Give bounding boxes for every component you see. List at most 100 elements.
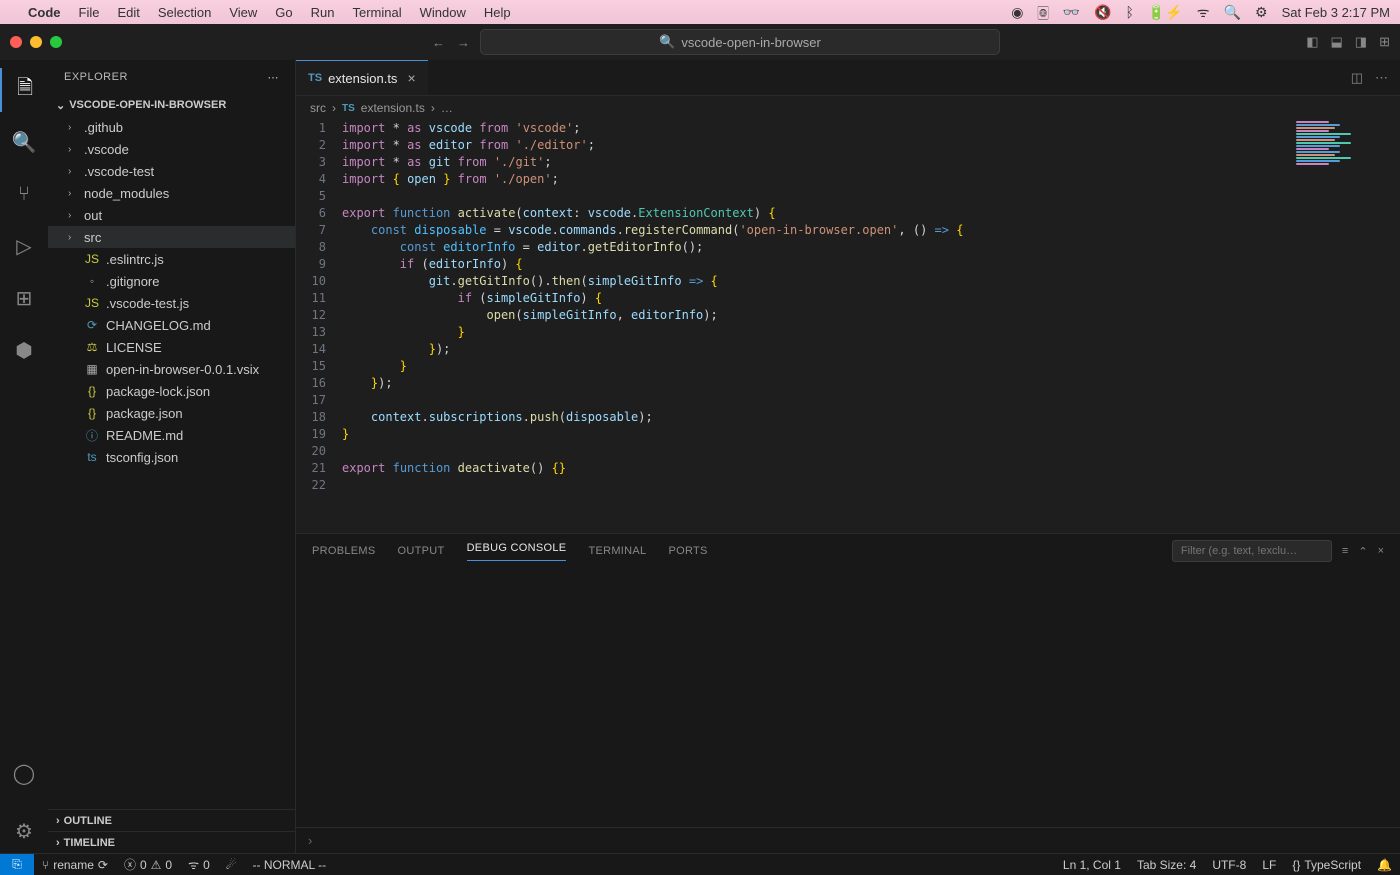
file-tree-label: .vscode: [84, 142, 129, 157]
breadcrumb-src[interactable]: src: [310, 101, 326, 115]
panel-tab-problems[interactable]: PROBLEMS: [312, 545, 376, 557]
braces-icon: {}: [1292, 858, 1300, 872]
file-tree-item[interactable]: JS.eslintrc.js: [48, 248, 295, 270]
menu-go[interactable]: Go: [275, 5, 292, 20]
settings-gear-icon[interactable]: ⚙: [0, 809, 48, 853]
wifi-icon[interactable]: ᯤ: [1197, 3, 1210, 22]
datetime[interactable]: Sat Feb 3 2:17 PM: [1282, 5, 1390, 20]
file-tree-item[interactable]: {}package-lock.json: [48, 380, 295, 402]
txt-file-icon: ▦: [84, 362, 100, 376]
menu-file[interactable]: File: [79, 5, 100, 20]
run-debug-view-icon[interactable]: ▷: [0, 224, 48, 268]
outline-label: OUTLINE: [64, 815, 112, 827]
live-share-status[interactable]: ☄: [218, 858, 245, 872]
glasses-icon[interactable]: 👓: [1063, 4, 1080, 21]
file-tree-item[interactable]: tstsconfig.json: [48, 446, 295, 468]
record-icon[interactable]: ◉: [1011, 4, 1023, 21]
file-tree-item[interactable]: ›out: [48, 204, 295, 226]
file-tree-label: out: [84, 208, 102, 223]
menu-run[interactable]: Run: [311, 5, 335, 20]
battery-icon[interactable]: 🔋⚡: [1148, 4, 1183, 21]
app-name[interactable]: Code: [28, 5, 61, 20]
broadcast-icon: ☄: [226, 858, 237, 872]
file-tree-item[interactable]: JS.vscode-test.js: [48, 292, 295, 314]
code-editor[interactable]: 12345678910111213141516171819202122 impo…: [296, 120, 1400, 533]
file-tree-item[interactable]: ◦.gitignore: [48, 270, 295, 292]
source-control-view-icon[interactable]: ⑂: [0, 172, 48, 216]
panel-tab-ports[interactable]: PORTS: [668, 545, 707, 557]
menu-selection[interactable]: Selection: [158, 5, 211, 20]
file-tree-item[interactable]: ▦open-in-browser-0.0.1.vsix: [48, 358, 295, 380]
spotlight-icon[interactable]: 🔍: [1224, 4, 1241, 21]
panel-tab-debug-console[interactable]: DEBUG CONSOLE: [467, 542, 567, 561]
tab-more-icon[interactable]: ⋯: [1375, 70, 1388, 86]
chevron-right-icon: ›: [332, 101, 336, 115]
problems-status[interactable]: ⓧ0 ⚠0: [116, 856, 180, 873]
split-editor-icon[interactable]: ◫: [1351, 70, 1363, 86]
ports-status[interactable]: ᯤ0: [180, 856, 218, 873]
panel-clear-icon[interactable]: ≡: [1342, 545, 1348, 557]
language-mode-status[interactable]: {} TypeScript: [1284, 858, 1369, 872]
panel-tab-output[interactable]: OUTPUT: [398, 545, 445, 557]
panel-tab-terminal[interactable]: TERMINAL: [588, 545, 646, 557]
breadcrumb-ellipsis[interactable]: …: [441, 101, 453, 115]
control-center-icon[interactable]: ⚙: [1255, 4, 1268, 21]
close-window-button[interactable]: [10, 36, 22, 48]
docker-view-icon[interactable]: ⬢: [0, 328, 48, 372]
layout-customize-icon[interactable]: ⊞: [1379, 34, 1390, 50]
file-tree-item[interactable]: ⚖LICENSE: [48, 336, 295, 358]
search-view-icon[interactable]: 🔍: [0, 120, 48, 164]
encoding-status[interactable]: UTF-8: [1204, 858, 1254, 872]
file-tree-label: src: [84, 230, 101, 245]
menu-window[interactable]: Window: [420, 5, 466, 20]
panel-collapse-icon[interactable]: ⌃: [1358, 545, 1367, 558]
notifications-icon[interactable]: 🔔: [1369, 858, 1400, 872]
close-tab-icon[interactable]: ×: [407, 70, 415, 86]
menu-edit[interactable]: Edit: [117, 5, 139, 20]
panel-close-icon[interactable]: ×: [1378, 545, 1384, 557]
bluetooth-icon[interactable]: ᛒ: [1126, 4, 1134, 20]
project-header[interactable]: ⌄ VSCODE-OPEN-IN-BROWSER: [48, 94, 295, 116]
outline-section[interactable]: › OUTLINE: [48, 809, 295, 831]
debug-console-output: [296, 568, 1400, 827]
explorer-view-icon[interactable]: 🗎: [0, 68, 48, 112]
cursor-position-status[interactable]: Ln 1, Col 1: [1055, 858, 1129, 872]
eol-status[interactable]: LF: [1254, 858, 1284, 872]
file-tree-item[interactable]: {}package.json: [48, 402, 295, 424]
nav-forward-icon[interactable]: →: [457, 35, 470, 50]
menu-help[interactable]: Help: [484, 5, 511, 20]
tabsize-status[interactable]: Tab Size: 4: [1129, 858, 1204, 872]
command-center[interactable]: 🔍 vscode-open-in-browser: [480, 29, 1000, 55]
file-tree-item[interactable]: ›src: [48, 226, 295, 248]
code-content[interactable]: import * as vscode from 'vscode'; import…: [342, 120, 1290, 533]
macos-menubar: Code File Edit Selection View Go Run Ter…: [0, 0, 1400, 24]
layout-sidebar-left-icon[interactable]: ◧: [1306, 34, 1318, 50]
file-tree-item[interactable]: ›node_modules: [48, 182, 295, 204]
menu-terminal[interactable]: Terminal: [353, 5, 402, 20]
layout-sidebar-right-icon[interactable]: ◨: [1355, 34, 1367, 50]
panel-filter-input[interactable]: [1172, 540, 1332, 562]
timeline-section[interactable]: › TIMELINE: [48, 831, 295, 853]
nav-back-icon[interactable]: ←: [432, 35, 445, 50]
breadcrumbs[interactable]: src › TS extension.ts › …: [296, 96, 1400, 120]
minimap[interactable]: [1290, 120, 1400, 533]
debug-console-input[interactable]: ›: [296, 827, 1400, 853]
mute-icon[interactable]: 🔇: [1094, 4, 1111, 21]
file-tree-item[interactable]: ›.vscode-test: [48, 160, 295, 182]
minimize-window-button[interactable]: [30, 36, 42, 48]
remote-indicator[interactable]: ⎘: [0, 854, 34, 875]
git-branch-status[interactable]: ⑂ rename ⟳: [34, 858, 116, 872]
file-tree-item[interactable]: ›.vscode: [48, 138, 295, 160]
fullscreen-window-button[interactable]: [50, 36, 62, 48]
accounts-icon[interactable]: ◯: [0, 751, 48, 795]
breadcrumb-file[interactable]: extension.ts: [361, 101, 425, 115]
layout-panel-icon[interactable]: ⬓: [1331, 34, 1343, 50]
explorer-more-icon[interactable]: ⋯: [268, 71, 280, 84]
editor-tab[interactable]: TS extension.ts ×: [296, 60, 428, 95]
docker-icon[interactable]: 🀙: [1038, 4, 1049, 21]
file-tree-item[interactable]: ›.github: [48, 116, 295, 138]
file-tree-item[interactable]: ⓘREADME.md: [48, 424, 295, 446]
menu-view[interactable]: View: [229, 5, 257, 20]
extensions-view-icon[interactable]: ⊞: [0, 276, 48, 320]
file-tree-item[interactable]: ⟳CHANGELOG.md: [48, 314, 295, 336]
